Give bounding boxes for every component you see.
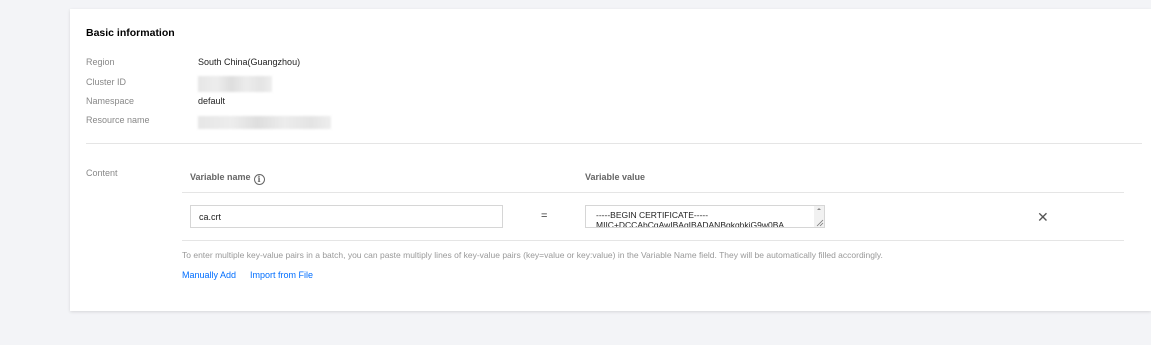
import-from-file-link[interactable]: Import from File	[250, 270, 313, 280]
variable-name-input[interactable]	[190, 205, 503, 228]
section-divider	[86, 143, 1142, 144]
table-header-divider	[182, 192, 1124, 193]
cluster-id-redacted	[198, 76, 272, 92]
section-title: Basic information	[86, 27, 175, 39]
manually-add-link[interactable]: Manually Add	[182, 270, 236, 280]
region-label: Region	[86, 57, 115, 67]
namespace-label: Namespace	[86, 96, 135, 106]
cluster-id-label: Cluster ID	[86, 77, 127, 87]
delete-row-icon[interactable]: ✕	[1037, 210, 1049, 224]
region-value: South China(Guangzhou)	[198, 57, 301, 67]
variable-name-header-label: Variable name	[190, 172, 251, 182]
resource-name-label: Resource name	[86, 115, 150, 125]
content-label: Content	[86, 168, 118, 178]
variable-value-textarea[interactable]: -----BEGIN CERTIFICATE----- MIIC+DCCAbCg…	[585, 205, 825, 228]
table-bottom-divider	[182, 240, 1124, 241]
resize-grip-icon[interactable]	[816, 218, 824, 227]
secret-detail-card: Basic information Region South China(Gua…	[70, 9, 1151, 311]
variable-value-header: Variable value	[585, 172, 646, 182]
namespace-value: default	[198, 96, 226, 106]
info-circle-icon[interactable]: i	[253, 174, 265, 185]
batch-input-hint: To enter multiple key-value pairs in a b…	[182, 250, 883, 260]
variable-name-header: Variable name i	[190, 172, 265, 185]
equals-sign: =	[541, 210, 548, 222]
resource-name-redacted	[198, 116, 331, 129]
